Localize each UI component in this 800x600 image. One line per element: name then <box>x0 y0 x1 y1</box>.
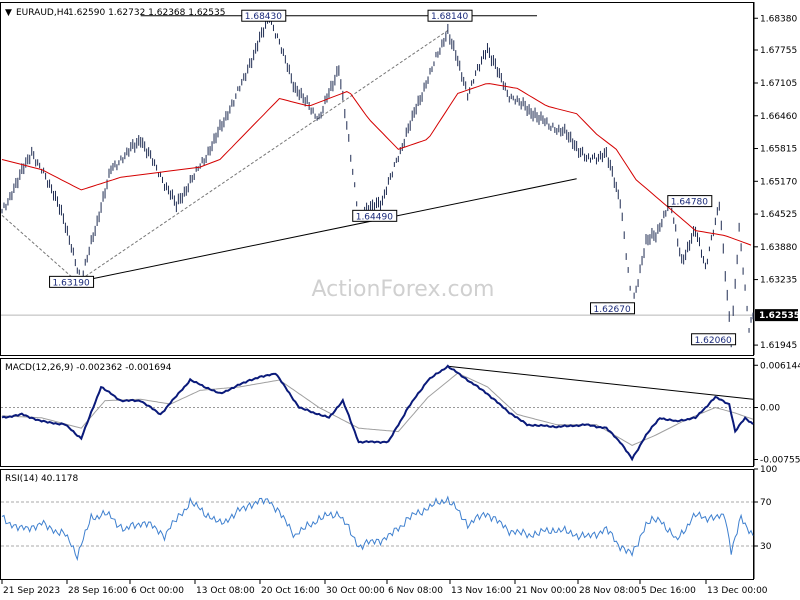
time-axis: 21 Sep 2023 28 Sep 16:00 6 Oct 00:00 13 Oct… <box>1 579 768 596</box>
time-tick-label: 30 Oct 00:00 <box>326 586 385 596</box>
price-tick-label: 1.61945 <box>760 341 797 351</box>
ohlc-readout: 1.62590 1.62732 1.62368 1.62535 <box>68 8 225 18</box>
price-panel: ▼ EURAUD,H41.62590 1.62732 1.62368 1.6253… <box>0 2 800 356</box>
time-tick-label: 13 Nov 16:00 <box>451 586 512 596</box>
price-annotation-label: 1.62670 <box>594 305 631 315</box>
time-tick-label: 21 Nov 00:00 <box>516 586 577 596</box>
macd-panel-frame <box>0 358 754 467</box>
macd-tick-label: 0.006144 <box>760 361 800 371</box>
price-annotation-label: 1.68140 <box>431 12 468 22</box>
price-tick-label: 1.65815 <box>760 145 797 155</box>
symbol-label: EURAUD,H4 <box>16 8 69 18</box>
price-annotation-label: 1.64780 <box>671 198 708 208</box>
price-annotation-label: 1.63190 <box>53 278 90 288</box>
time-tick-label: 28 Sep 16:00 <box>68 586 128 596</box>
header-dropdown-icon: ▼ <box>5 8 12 18</box>
time-tick-label: 6 Oct 00:00 <box>131 586 184 596</box>
price-annotation-label: 1.64490 <box>356 212 393 222</box>
time-tick-label: 20 Oct 16:00 <box>261 586 320 596</box>
current-price-label: 1.62535 <box>759 311 800 321</box>
price-annotation-label: 1.68430 <box>245 12 282 22</box>
price-tick-label: 1.64525 <box>760 210 797 220</box>
price-tick-label: 1.65170 <box>760 177 797 187</box>
rsi-tick-label: 70 <box>760 498 772 508</box>
price-tick-label: 1.67105 <box>760 79 797 89</box>
macd-tick-label: -0.007555 <box>760 455 800 465</box>
rsi-title: RSI(14) 40.1178 <box>5 474 78 484</box>
rsi-panel: RSI(14) 40.1178 100 70 30 <box>0 465 777 580</box>
price-tick-label: 1.66460 <box>760 112 797 122</box>
macd-panel: MACD(12,26,9) -0.002362 -0.001694 0.00614… <box>0 358 800 467</box>
time-tick-label: 28 Nov 08:00 <box>579 586 640 596</box>
price-tick-label: 1.63235 <box>760 276 797 286</box>
time-tick-label: 13 Oct 08:00 <box>196 586 255 596</box>
time-tick-label: 6 Nov 08:00 <box>388 586 443 596</box>
watermark: ActionForex.com <box>312 277 495 302</box>
time-tick-label: 21 Sep 2023 <box>3 586 60 596</box>
rsi-panel-frame <box>0 469 754 580</box>
time-tick-label: 13 Dec 00:00 <box>707 586 768 596</box>
price-tick-label: 1.63880 <box>760 243 797 253</box>
rsi-tick-label: 100 <box>760 465 777 475</box>
price-panel-frame <box>0 2 754 356</box>
rsi-tick-label: 30 <box>760 542 772 552</box>
forex-chart: ▼ EURAUD,H41.62590 1.62732 1.62368 1.6253… <box>0 2 800 596</box>
time-tick-label: 5 Dec 16:00 <box>641 586 696 596</box>
macd-tick-label: 0.00 <box>760 404 780 414</box>
price-tick-label: 1.68380 <box>760 14 797 24</box>
price-tick-label: 1.67755 <box>760 46 797 56</box>
price-annotation-label: 1.62060 <box>695 336 732 346</box>
macd-title: MACD(12,26,9) -0.002362 -0.001694 <box>5 363 172 373</box>
